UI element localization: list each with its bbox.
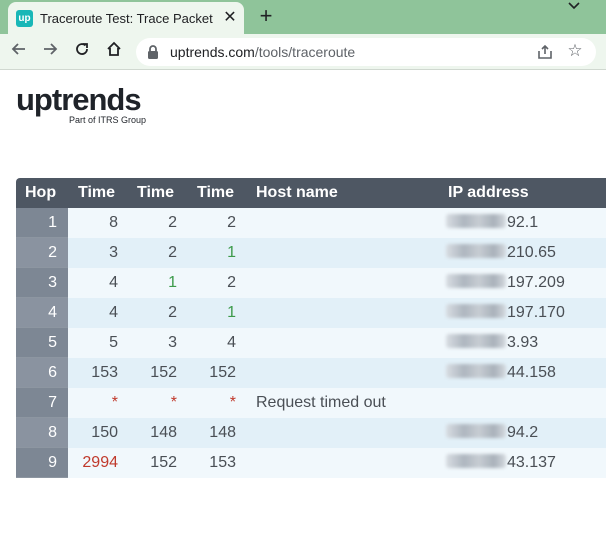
- redacted-ip-prefix: [446, 214, 506, 229]
- time-2: 152: [150, 364, 177, 381]
- share-icon[interactable]: [536, 43, 554, 61]
- redacted-ip-prefix: [446, 364, 506, 379]
- table-row: 2 3 2 1 210.65: [16, 238, 606, 268]
- time-2: 2: [168, 214, 177, 231]
- table-header-row: Hop Time Time Time Host name IP address: [16, 178, 606, 208]
- url-host: uptrends.com: [170, 44, 255, 60]
- uptrends-favicon-icon: up: [16, 10, 33, 27]
- back-arrow-icon[interactable]: [8, 40, 30, 62]
- redacted-ip-prefix: [446, 274, 506, 289]
- hop-number: 9: [16, 448, 68, 478]
- ip-address: 43.137: [446, 448, 556, 478]
- address-bar[interactable]: uptrends.com/tools/traceroute ☆: [136, 38, 596, 66]
- time-1: *: [111, 394, 118, 411]
- forward-arrow-icon[interactable]: [39, 40, 61, 62]
- ip-suffix: 43.137: [507, 454, 556, 471]
- time-3: 148: [209, 424, 236, 441]
- time-3: 4: [227, 334, 236, 351]
- header-time-2: Time: [137, 184, 175, 201]
- time-1: 5: [109, 334, 118, 351]
- time-1: 153: [91, 364, 118, 381]
- ip-address: 92.1: [446, 208, 538, 238]
- ip-address: 197.209: [446, 268, 565, 298]
- bookmark-star-icon[interactable]: ☆: [566, 42, 584, 60]
- ip-suffix: 197.209: [507, 274, 565, 291]
- hop-number: 4: [16, 298, 68, 328]
- home-icon[interactable]: [103, 40, 125, 62]
- table-row: 1 8 2 2 92.1: [16, 208, 606, 238]
- ip-suffix: 197.170: [507, 304, 565, 321]
- ip-address: 3.93: [446, 328, 538, 358]
- chevron-down-icon[interactable]: [566, 0, 582, 14]
- redacted-ip-prefix: [446, 244, 506, 259]
- browser-tab-strip: up Traceroute Test: Trace Packet Path ✕ …: [0, 0, 606, 34]
- table-row: 3 4 1 2 197.209: [16, 268, 606, 298]
- redacted-ip-prefix: [446, 334, 506, 349]
- ip-suffix: 44.158: [507, 364, 556, 381]
- logo-subtitle: Part of ITRS Group: [69, 115, 147, 125]
- hop-number: 3: [16, 268, 68, 298]
- table-row: 8 150 148 148 94.2: [16, 418, 606, 448]
- browser-toolbar: uptrends.com/tools/traceroute ☆: [0, 34, 606, 70]
- time-2: 2: [168, 244, 177, 261]
- time-1: 8: [109, 214, 118, 231]
- time-3: 2: [227, 214, 236, 231]
- time-2: 1: [168, 274, 177, 291]
- time-1: 3: [109, 244, 118, 261]
- time-3: 1: [227, 304, 236, 321]
- time-1: 4: [109, 274, 118, 291]
- header-ip-address: IP address: [448, 184, 529, 201]
- table-row: 5 5 3 4 3.93: [16, 328, 606, 358]
- time-3: 1: [227, 244, 236, 261]
- time-2: 152: [150, 454, 177, 471]
- ip-suffix: 3.93: [507, 334, 539, 351]
- time-3: 152: [209, 364, 236, 381]
- redacted-ip-prefix: [446, 304, 506, 319]
- hop-number: 6: [16, 358, 68, 388]
- redacted-ip-prefix: [446, 454, 506, 469]
- hop-number: 7: [16, 388, 68, 418]
- close-icon[interactable]: ✕: [222, 9, 238, 27]
- table-row: 9 2994 152 153 43.137: [16, 448, 606, 478]
- lock-icon[interactable]: [146, 44, 160, 60]
- hop-number: 8: [16, 418, 68, 448]
- time-3: 153: [209, 454, 236, 471]
- header-time-1: Time: [78, 184, 116, 201]
- time-1: 150: [91, 424, 118, 441]
- url-text[interactable]: uptrends.com/tools/traceroute: [170, 43, 355, 61]
- hop-number: 1: [16, 208, 68, 238]
- ip-address: 197.170: [446, 298, 565, 328]
- tab-title: Traceroute Test: Trace Packet Path: [40, 11, 216, 26]
- uptrends-logo[interactable]: uptrends Part of ITRS Group: [16, 84, 166, 128]
- time-3: 2: [227, 274, 236, 291]
- ip-address: 44.158: [446, 358, 556, 388]
- time-2: 2: [168, 304, 177, 321]
- time-2: 148: [150, 424, 177, 441]
- table-row: 6 153 152 152 44.158: [16, 358, 606, 388]
- header-hop: Hop: [25, 184, 57, 201]
- header-time-3: Time: [197, 184, 235, 201]
- hop-number: 2: [16, 238, 68, 268]
- ip-address: 94.2: [446, 418, 538, 448]
- time-1: 2994: [82, 454, 118, 471]
- header-host-name: Host name: [256, 184, 338, 201]
- time-2: *: [170, 394, 177, 411]
- table-row: 7 * * * Request timed out: [16, 388, 606, 418]
- time-3: *: [229, 394, 236, 411]
- new-tab-plus-icon[interactable]: +: [256, 4, 276, 28]
- ip-suffix: 92.1: [507, 214, 539, 231]
- logo-wordmark: uptrends: [16, 82, 142, 117]
- hop-number: 5: [16, 328, 68, 358]
- time-1: 4: [109, 304, 118, 321]
- redacted-ip-prefix: [446, 424, 506, 439]
- ip-suffix: 94.2: [507, 424, 539, 441]
- ip-address: 210.65: [446, 238, 556, 268]
- time-2: 3: [168, 334, 177, 351]
- url-path: /tools/traceroute: [254, 44, 356, 60]
- browser-tab[interactable]: up Traceroute Test: Trace Packet Path ✕: [8, 2, 244, 34]
- host-name: Request timed out: [256, 394, 386, 411]
- reload-icon[interactable]: [71, 40, 93, 62]
- table-row: 4 4 2 1 197.170: [16, 298, 606, 328]
- ip-suffix: 210.65: [507, 244, 556, 261]
